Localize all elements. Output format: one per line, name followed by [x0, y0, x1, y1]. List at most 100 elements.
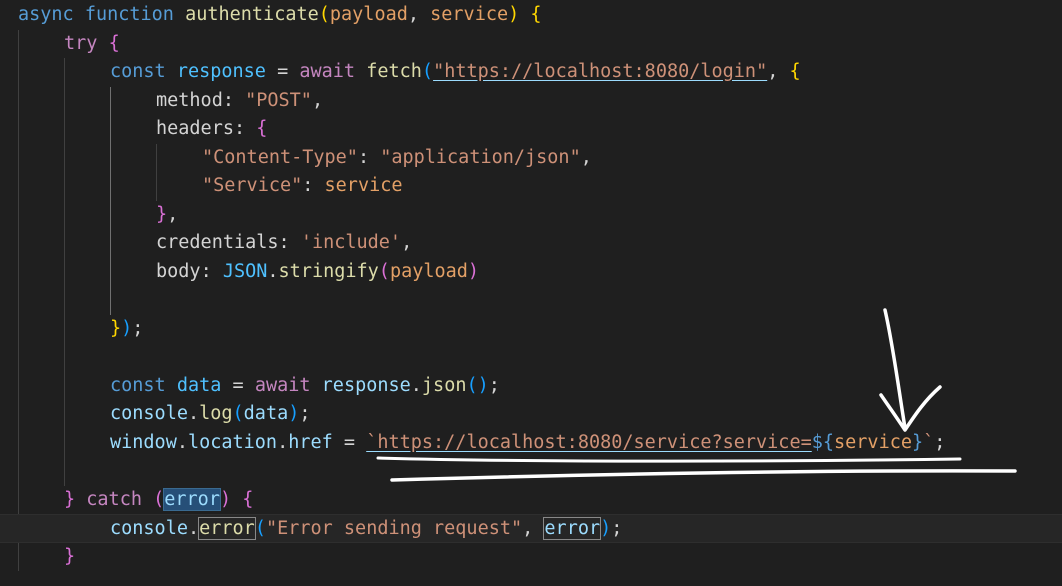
code-token: const	[110, 61, 166, 82]
code-token: `https://localhost:8080/service?service=	[366, 431, 812, 453]
code-line-content: console.log(data);	[110, 400, 311, 429]
code-token: error	[163, 487, 221, 511]
code-token: {	[789, 61, 801, 82]
code-line[interactable]	[0, 286, 1062, 315]
code-token: :	[233, 118, 257, 139]
code-line-content: credentials: 'include',	[156, 229, 412, 258]
code-token: ${	[811, 431, 835, 453]
code-token: =	[332, 431, 367, 453]
code-line-content: window.location.href = `https://localhos…	[110, 429, 945, 458]
code-token: await	[254, 374, 311, 396]
code-token: (	[254, 518, 266, 539]
code-line[interactable]: method: "POST",	[0, 87, 1062, 116]
code-token: .	[410, 374, 422, 396]
code-line-content: console.error("Error sending request", e…	[110, 515, 622, 544]
code-token: "application/json"	[380, 146, 581, 168]
code-token: href	[288, 431, 333, 453]
code-line[interactable]: console.error("Error sending request", e…	[0, 514, 1062, 543]
code-token: "Content-Type"	[202, 146, 358, 168]
code-token: ,	[407, 4, 431, 25]
code-line[interactable]	[0, 343, 1062, 372]
code-token: `	[923, 431, 935, 453]
code-token: payload	[329, 4, 408, 25]
code-token: =	[221, 374, 255, 396]
code-token: =	[265, 61, 300, 82]
code-token: async	[18, 4, 74, 25]
code-token: )	[288, 403, 300, 424]
code-token: {	[108, 32, 120, 54]
code-token: log	[199, 403, 233, 424]
code-line[interactable]: credentials: 'include',	[0, 229, 1062, 258]
code-token: response	[321, 374, 411, 396]
code-line[interactable]: body: JSON.stringify(payload)	[0, 258, 1062, 287]
code-token: (	[378, 260, 390, 282]
code-token: console	[110, 403, 188, 424]
code-line[interactable]: const response = await fetch("https://lo…	[0, 58, 1062, 87]
code-token: {	[530, 4, 542, 25]
code-line-content: "Content-Type": "application/json",	[202, 144, 592, 173]
code-line[interactable]: window.location.href = `https://localhos…	[0, 429, 1062, 458]
code-token: ;	[611, 518, 623, 539]
code-token: location	[187, 431, 278, 453]
code-line-content: } catch (error) {	[64, 486, 253, 515]
code-token: }	[156, 203, 168, 225]
code-token: ;	[132, 317, 144, 339]
code-token: }	[64, 488, 76, 510]
code-line[interactable]: });	[0, 315, 1062, 344]
code-line[interactable]: console.log(data);	[0, 400, 1062, 429]
code-token: :	[222, 89, 246, 111]
code-line[interactable]: } catch (error) {	[0, 486, 1062, 515]
code-token: authenticate	[185, 4, 319, 25]
code-token: data	[176, 374, 222, 396]
code-token: :	[357, 146, 381, 168]
code-token: .	[267, 260, 279, 282]
code-token: data	[243, 403, 289, 424]
code-token: ()	[466, 374, 489, 396]
code-token: ;	[934, 431, 946, 453]
code-token: JSON	[222, 260, 268, 282]
code-token: ;	[299, 403, 311, 424]
code-line[interactable]: headers: {	[0, 115, 1062, 144]
code-token: :	[278, 232, 301, 253]
code-token: body	[156, 260, 201, 282]
code-line-content: const response = await fetch("https://lo…	[110, 58, 801, 87]
code-token: ;	[488, 374, 500, 396]
code-token: service	[430, 4, 509, 25]
code-token: .	[187, 403, 200, 424]
code-line[interactable]: }	[0, 543, 1062, 572]
code-token: ,	[311, 89, 324, 111]
code-token: )	[600, 518, 612, 539]
code-token: window	[110, 431, 177, 453]
code-token: ,	[580, 146, 592, 168]
code-line[interactable]: async function authenticate(payload, ser…	[0, 1, 1062, 30]
code-editor[interactable]: async function authenticate(payload, ser…	[0, 0, 1062, 586]
code-token: }	[64, 545, 76, 567]
code-token: "Service"	[202, 175, 303, 196]
code-token: }	[911, 431, 924, 453]
code-token: payload	[389, 260, 468, 282]
code-token: :	[302, 175, 325, 196]
code-token: headers	[156, 118, 234, 139]
code-line-content: "Service": service	[202, 172, 403, 201]
code-line[interactable]	[0, 457, 1062, 486]
code-line[interactable]: const data = await response.json();	[0, 372, 1062, 401]
code-line[interactable]: "Content-Type": "application/json",	[0, 144, 1062, 173]
code-token: method	[156, 89, 223, 111]
code-line[interactable]: try {	[0, 30, 1062, 59]
code-token: const	[110, 374, 166, 396]
code-token: stringify	[278, 260, 379, 282]
code-token: (	[153, 488, 165, 510]
code-line[interactable]: },	[0, 201, 1062, 230]
code-line[interactable]: "Service": service	[0, 172, 1062, 201]
code-line-content: async function authenticate(payload, ser…	[18, 1, 542, 30]
code-token: error	[543, 517, 602, 540]
